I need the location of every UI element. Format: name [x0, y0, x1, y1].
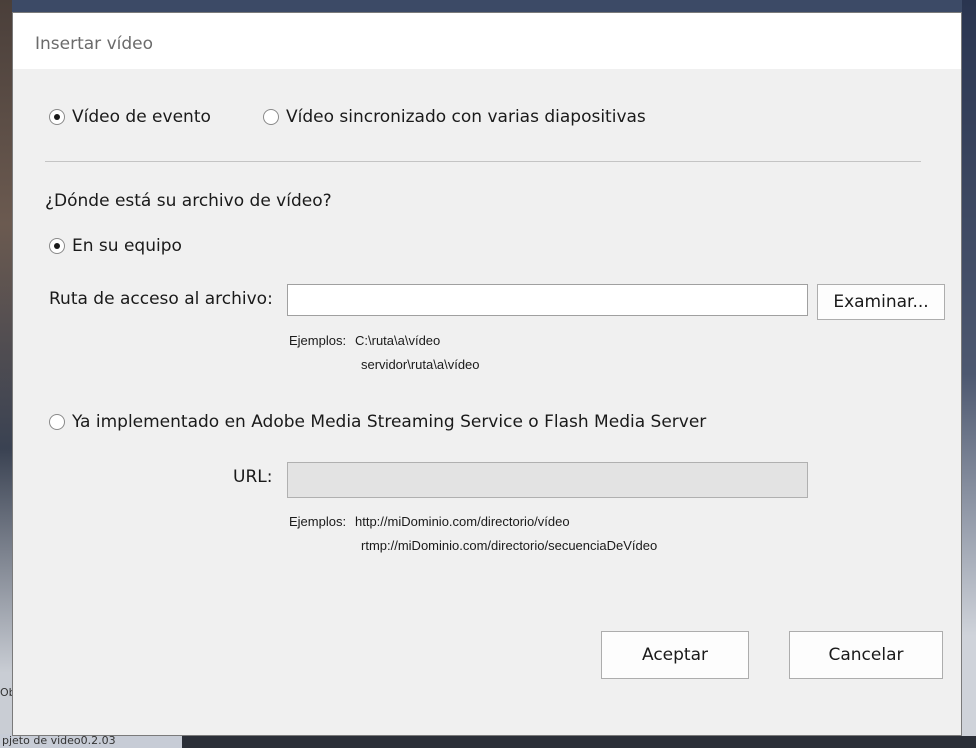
- radio-button-unchecked-icon[interactable]: [263, 109, 279, 125]
- server-example-1: http://miDominio.com/directorio/vídeo: [355, 514, 570, 529]
- radio-streaming-server-label: Ya implementado en Adobe Media Streaming…: [72, 412, 707, 432]
- radio-event-video-label: Vídeo de evento: [72, 107, 211, 127]
- background-side-label: Ob: [0, 686, 12, 699]
- browse-button[interactable]: Examinar...: [817, 284, 945, 320]
- background-app-left-edge: [0, 0, 12, 748]
- file-path-label: Ruta de acceso al archivo:: [49, 289, 273, 309]
- dialog-title: Insertar vídeo: [35, 34, 154, 54]
- local-example-2: servidor\ruta\a\vídeo: [361, 357, 480, 372]
- radio-button-checked-icon[interactable]: [49, 238, 65, 254]
- radio-sync-video-label: Vídeo sincronizado con varias diapositiv…: [286, 107, 646, 127]
- radio-event-video[interactable]: Vídeo de evento: [49, 107, 211, 127]
- ok-button[interactable]: Aceptar: [601, 631, 749, 679]
- local-example-1: C:\ruta\a\vídeo: [355, 333, 441, 348]
- location-question: ¿Dónde está su archivo de vídeo?: [45, 191, 332, 211]
- radio-local-computer-label: En su equipo: [72, 236, 182, 256]
- url-label: URL:: [233, 467, 273, 487]
- dialog-titlebar: Insertar vídeo: [13, 13, 961, 69]
- background-app-right-edge: [962, 0, 976, 748]
- server-example-2: rtmp://miDominio.com/directorio/secuenci…: [361, 538, 658, 553]
- radio-button-unchecked-icon[interactable]: [49, 414, 65, 430]
- radio-streaming-server[interactable]: Ya implementado en Adobe Media Streaming…: [49, 412, 706, 432]
- url-input[interactable]: [287, 462, 808, 498]
- insert-video-dialog: Insertar vídeo Vídeo de evento Vídeo sin…: [12, 12, 962, 736]
- local-examples-prefix: Ejemplos:: [289, 333, 347, 348]
- separator: [45, 161, 921, 162]
- file-path-input[interactable]: [287, 284, 808, 316]
- background-taskbar-item[interactable]: pjeto de video0.2.03: [0, 734, 182, 748]
- cancel-button[interactable]: Cancelar: [789, 631, 943, 679]
- radio-button-checked-icon[interactable]: [49, 109, 65, 125]
- radio-local-computer[interactable]: En su equipo: [49, 236, 182, 256]
- server-examples-prefix: Ejemplos:: [289, 514, 347, 529]
- radio-sync-video[interactable]: Vídeo sincronizado con varias diapositiv…: [263, 107, 646, 127]
